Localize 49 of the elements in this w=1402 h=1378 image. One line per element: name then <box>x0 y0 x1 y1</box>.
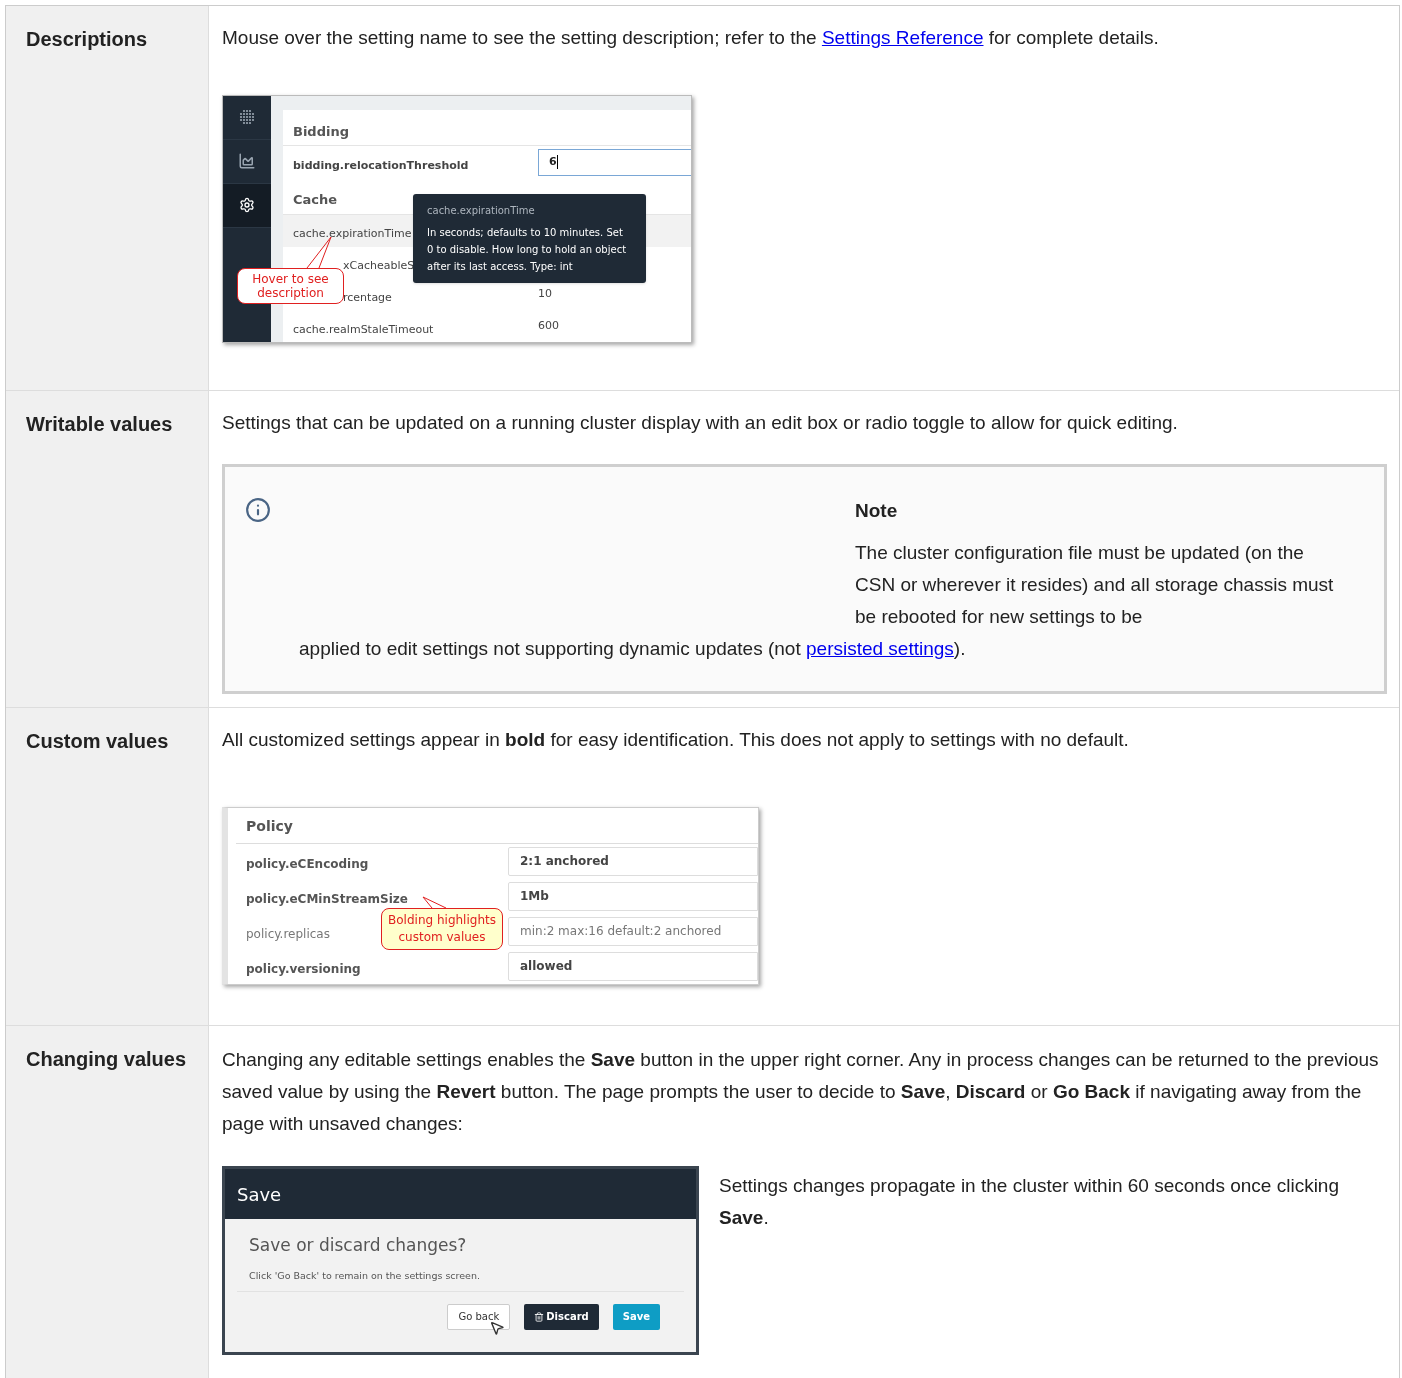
info-icon <box>245 496 271 523</box>
value-field[interactable]: min:2 max:16 default:2 anchored <box>508 916 758 946</box>
dialog-title: Save <box>237 1182 282 1207</box>
row-label: Changing values <box>26 1048 187 1070</box>
setting-name: policy.versioning <box>246 961 361 976</box>
callout: Hover to see description <box>237 267 344 304</box>
sidebar-item[interactable] <box>223 183 271 228</box>
setting-name: xCacheableS <box>343 259 415 273</box>
setting-name: bidding.relocationThreshold <box>293 158 469 172</box>
note-text: applied to edit settings not supporting dynamic updates (not persisted settings). <box>298 637 967 661</box>
description-text: All customized settings appear in bold for easy identification. This does not apply to settings with no default. <box>222 728 1130 752</box>
row-label: Custom values <box>26 730 169 752</box>
tooltip-title: cache.expirationTime <box>427 203 536 218</box>
value-field[interactable]: 2:1 anchored <box>508 846 758 876</box>
description-text: Mouse over the setting name to see the setting description; refer to the Settings Reference for complete details. <box>222 26 1160 50</box>
row-label: Descriptions <box>26 28 148 50</box>
setting-value: 10 <box>538 286 552 303</box>
value-field[interactable]: allowed <box>508 951 758 981</box>
callout: Bolding highlights custom values <box>381 907 503 950</box>
settings-icon <box>239 197 255 213</box>
cursor-icon <box>489 1319 505 1336</box>
setting-name: policy.eCEncoding <box>246 856 369 871</box>
side-text: Settings changes propagate in the cluster within 60 seconds once clicking Save. <box>719 1174 1340 1230</box>
setting-name: rcentage <box>343 291 392 305</box>
area-chart-icon <box>238 152 256 170</box>
description-text: Changing any editable settings enables the Save button in the upper right corner. Any in process changes can be returned to the previous saved value by using the Revert button. The page prompts the user to decide to Save, Discard or Go Back if navigating away from the page with unsaved changes: <box>222 1048 1380 1136</box>
value-field[interactable]: 1Mb <box>508 881 758 911</box>
setting-name: cache.realmStaleTimeout <box>293 323 434 337</box>
dialog-heading: Save or discard changes? <box>249 1234 468 1257</box>
dialog-text: Click 'Go Back' to remain on the settings screen. <box>249 1268 481 1283</box>
setting-name: cache.expirationTime <box>293 227 412 241</box>
tooltip-text: In seconds; defaults to 10 minutes. Set 0 to disable. How long to hold an object after its last access. Type: int <box>427 225 628 274</box>
trash-icon <box>534 1311 545 1322</box>
setting-name: policy.replicas <box>246 926 330 941</box>
dialog-button[interactable]: Discard <box>524 1303 599 1330</box>
dialog-button[interactable]: Go back <box>447 1303 511 1330</box>
note-text: The cluster configuration file must be updated (on the CSN or wherever it resides) and all storage chassis must be rebooted for new settings to be <box>855 541 1335 629</box>
note-title: Note <box>855 498 899 523</box>
persisted-settings-link[interactable]: persisted settings <box>806 638 954 659</box>
input-field[interactable]: 6 <box>538 148 691 176</box>
panel-title: Policy <box>236 807 758 844</box>
settings-reference-link[interactable]: Settings Reference <box>821 27 984 48</box>
leader-line <box>422 895 448 909</box>
row-label: Writable values <box>26 413 173 435</box>
setting-value: 600 <box>538 318 559 335</box>
logo-icon <box>239 109 255 125</box>
section-title: Bidding <box>283 109 691 146</box>
setting-name: policy.eCMinStreamSize <box>246 891 408 906</box>
description-text: Settings that can be updated on a running cluster display with an edit box or radio toggle to allow for quick editing. <box>222 411 1179 435</box>
